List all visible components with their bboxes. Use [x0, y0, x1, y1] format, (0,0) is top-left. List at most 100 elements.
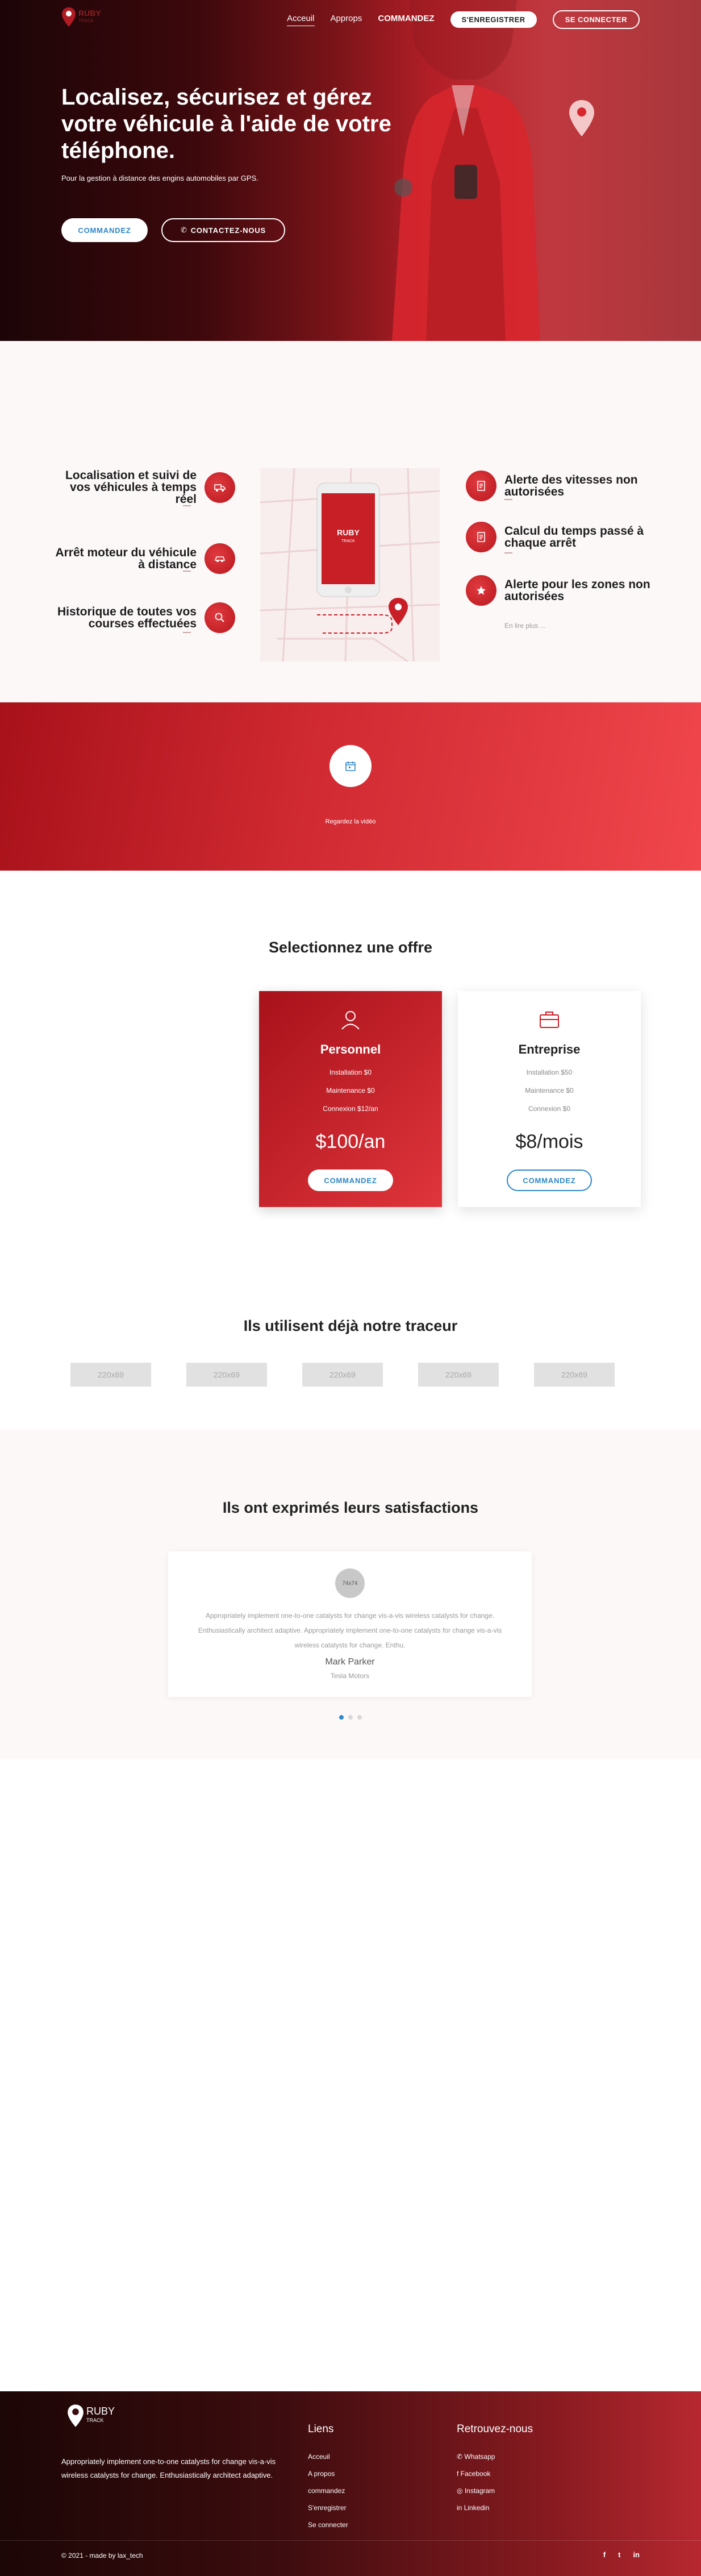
nav-order[interactable]: COMMANDEZ — [378, 14, 434, 26]
offer-card-business: Entreprise Installation $50 Maintenance … — [458, 991, 641, 1207]
facebook-icon[interactable]: f — [603, 2550, 606, 2559]
read-more-link[interactable]: En lire plus ... — [504, 622, 546, 630]
feature-divider — [183, 505, 191, 506]
carousel-dots — [0, 1715, 701, 1720]
feature-divider — [504, 552, 512, 554]
offer-price: $8/mois — [515, 1131, 583, 1152]
feature-divider — [504, 499, 512, 500]
order-personal-button[interactable]: COMMANDEZ — [308, 1170, 393, 1191]
logo[interactable]: RUBY TRACK — [61, 7, 101, 27]
footer-links-title: Liens — [308, 2423, 334, 2435]
feature-engine-stop-label: Arrêt moteur du véhicule à distance — [55, 546, 197, 571]
page: Localisez, sécurisez et gérez votre véhi… — [0, 0, 701, 2576]
footer-link-home[interactable]: Acceuil — [308, 2448, 348, 2465]
clients-title: Ils utilisent déjà notre traceur — [243, 1317, 458, 1334]
offers-title: Selectionnez une offre — [268, 939, 433, 956]
carousel-dot[interactable] — [357, 1715, 362, 1720]
client-logo: 220x69 — [418, 1363, 499, 1387]
footer-link-order[interactable]: commandez — [308, 2482, 348, 2499]
phone-logo-text: RUBY — [337, 528, 360, 537]
footer-link-about[interactable]: A propos — [308, 2465, 348, 2482]
location-pin-icon — [569, 100, 594, 136]
offer-feature: Installation $50 — [526, 1068, 573, 1076]
footer-link-register[interactable]: S'enregistrer — [308, 2499, 348, 2516]
register-button[interactable]: S'ENREGISTRER — [450, 11, 537, 28]
feature-divider — [183, 571, 191, 572]
testimonial-card: 74x74 Appropriately implement one-to-one… — [168, 1551, 532, 1697]
phone-logo-sub: TRACK — [341, 539, 355, 543]
star-icon — [466, 575, 496, 606]
testimonials-title: Ils ont exprimés leurs satisfactions — [222, 1499, 479, 1516]
testimonial-role: Tesla Motors — [330, 1672, 370, 1680]
offer-card-personal: Personnel Installation $0 Maintenance $0… — [259, 991, 442, 1207]
client-logo: 220x69 — [186, 1363, 267, 1387]
whatsapp-icon: ✆ — [457, 2453, 465, 2461]
footer-instagram-link[interactable]: ◎ Instagram — [457, 2482, 495, 2499]
footer-linkedin-link[interactable]: in Linkedin — [457, 2499, 495, 2516]
logo-pin-icon — [62, 7, 76, 27]
footer-links: Acceuil A propos commandez S'enregistrer… — [308, 2448, 348, 2533]
login-button[interactable]: SE CONNECTER — [552, 10, 640, 29]
footer-divider — [0, 2540, 701, 2541]
carousel-dot[interactable] — [339, 1715, 344, 1720]
offer-price: $100/an — [315, 1131, 386, 1152]
linkedin-icon[interactable]: in — [633, 2550, 640, 2559]
footer: RUBY TRACK Appropriately implement one-to… — [0, 2391, 701, 2576]
calendar-icon — [345, 761, 356, 771]
logo-pin-icon — [68, 2404, 84, 2427]
search-icon — [205, 602, 235, 633]
footer-logo[interactable]: RUBY TRACK — [67, 2404, 115, 2428]
client-logo: 220x69 — [302, 1363, 383, 1387]
feature-divider — [183, 632, 191, 633]
video-section: Regardez la vidéo — [0, 702, 701, 871]
copyright: © 2021 - made by lax_tech — [61, 2552, 143, 2560]
footer-social-title: Retrouvez-nous — [457, 2423, 533, 2435]
footer-whatsapp-link[interactable]: ✆ Whatsapp — [457, 2448, 495, 2465]
avatar: 74x74 — [335, 1568, 365, 1598]
footer-social-links: ✆ Whatsapp f Facebook ◎ Instagram in Lin… — [457, 2448, 495, 2516]
feature-history-label: Historique de toutes vos courses effectu… — [57, 605, 197, 630]
order-business-button[interactable]: COMMANDEZ — [507, 1170, 592, 1191]
feature-stop-time-label: Calcul du temps passé à chaque arrêt — [504, 525, 644, 550]
testimonial-quote: Appropriately implement one-to-one catal… — [198, 1612, 502, 1649]
document-icon — [466, 522, 496, 552]
testimonial-name: Mark Parker — [325, 1657, 375, 1667]
offer-feature: Installation $0 — [329, 1068, 372, 1076]
client-logo: 220x69 — [70, 1363, 151, 1387]
linkedin-icon: in — [457, 2504, 464, 2512]
facebook-icon: f — [457, 2470, 461, 2478]
feature-engine-stop: Arrêt moteur du véhicule à distance — [49, 543, 235, 574]
nav-home[interactable]: Acceuil — [287, 14, 315, 26]
offer-name: Personnel — [320, 1042, 381, 1056]
feature-zone-alert-label: Alerte pour les zones non autorisées — [504, 578, 650, 603]
contact-button[interactable]: ✆ CONTACTEZ-NOUS — [161, 218, 285, 242]
logo-text: RUBY TRACK — [78, 9, 101, 23]
nav-about[interactable]: Approps — [331, 14, 362, 26]
contact-button-label: CONTACTEZ-NOUS — [190, 226, 266, 235]
features-section: RUBY TRACK Localisation et suivi de vos … — [0, 341, 701, 702]
hero-section: Localisez, sécurisez et gérez votre véhi… — [0, 0, 701, 341]
feature-zone-alert: Alerte pour les zones non autorisées — [466, 575, 652, 606]
footer-social-icons: f t in — [591, 2550, 640, 2559]
offer-feature: Maintenance $0 — [326, 1087, 375, 1095]
briefcase-icon — [540, 1012, 559, 1028]
document-icon — [466, 471, 496, 501]
feature-history: Historique de toutes vos courses effectu… — [49, 602, 235, 633]
play-video-button[interactable] — [329, 745, 372, 787]
feature-speed-alert-label: Alerte des vitesses non autorisées — [504, 473, 638, 498]
hero-subtitle: Pour la gestion à distance des engins au… — [61, 174, 258, 182]
footer-logo-text: RUBY TRACK — [86, 2406, 115, 2423]
top-nav: RUBY TRACK Acceuil Approps COMMANDEZ S'EN… — [0, 0, 701, 39]
offer-feature: Connexion $12/an — [323, 1105, 378, 1113]
offer-feature: Connexion $0 — [528, 1105, 571, 1113]
footer-facebook-link[interactable]: f Facebook — [457, 2465, 495, 2482]
footer-link-login[interactable]: Se connecter — [308, 2516, 348, 2533]
twitter-icon[interactable]: t — [618, 2550, 620, 2559]
order-button[interactable]: COMMANDEZ — [61, 218, 148, 242]
phone-map-illustration: RUBY TRACK — [260, 468, 440, 661]
video-label: Regardez la vidéo — [325, 818, 376, 825]
feature-tracking-label: Localisation et suivi de vos véhicules à… — [65, 469, 197, 506]
carousel-dot[interactable] — [348, 1715, 353, 1720]
hero-person-image — [392, 0, 540, 341]
feature-stop-time: Calcul du temps passé à chaque arrêt — [466, 522, 652, 552]
